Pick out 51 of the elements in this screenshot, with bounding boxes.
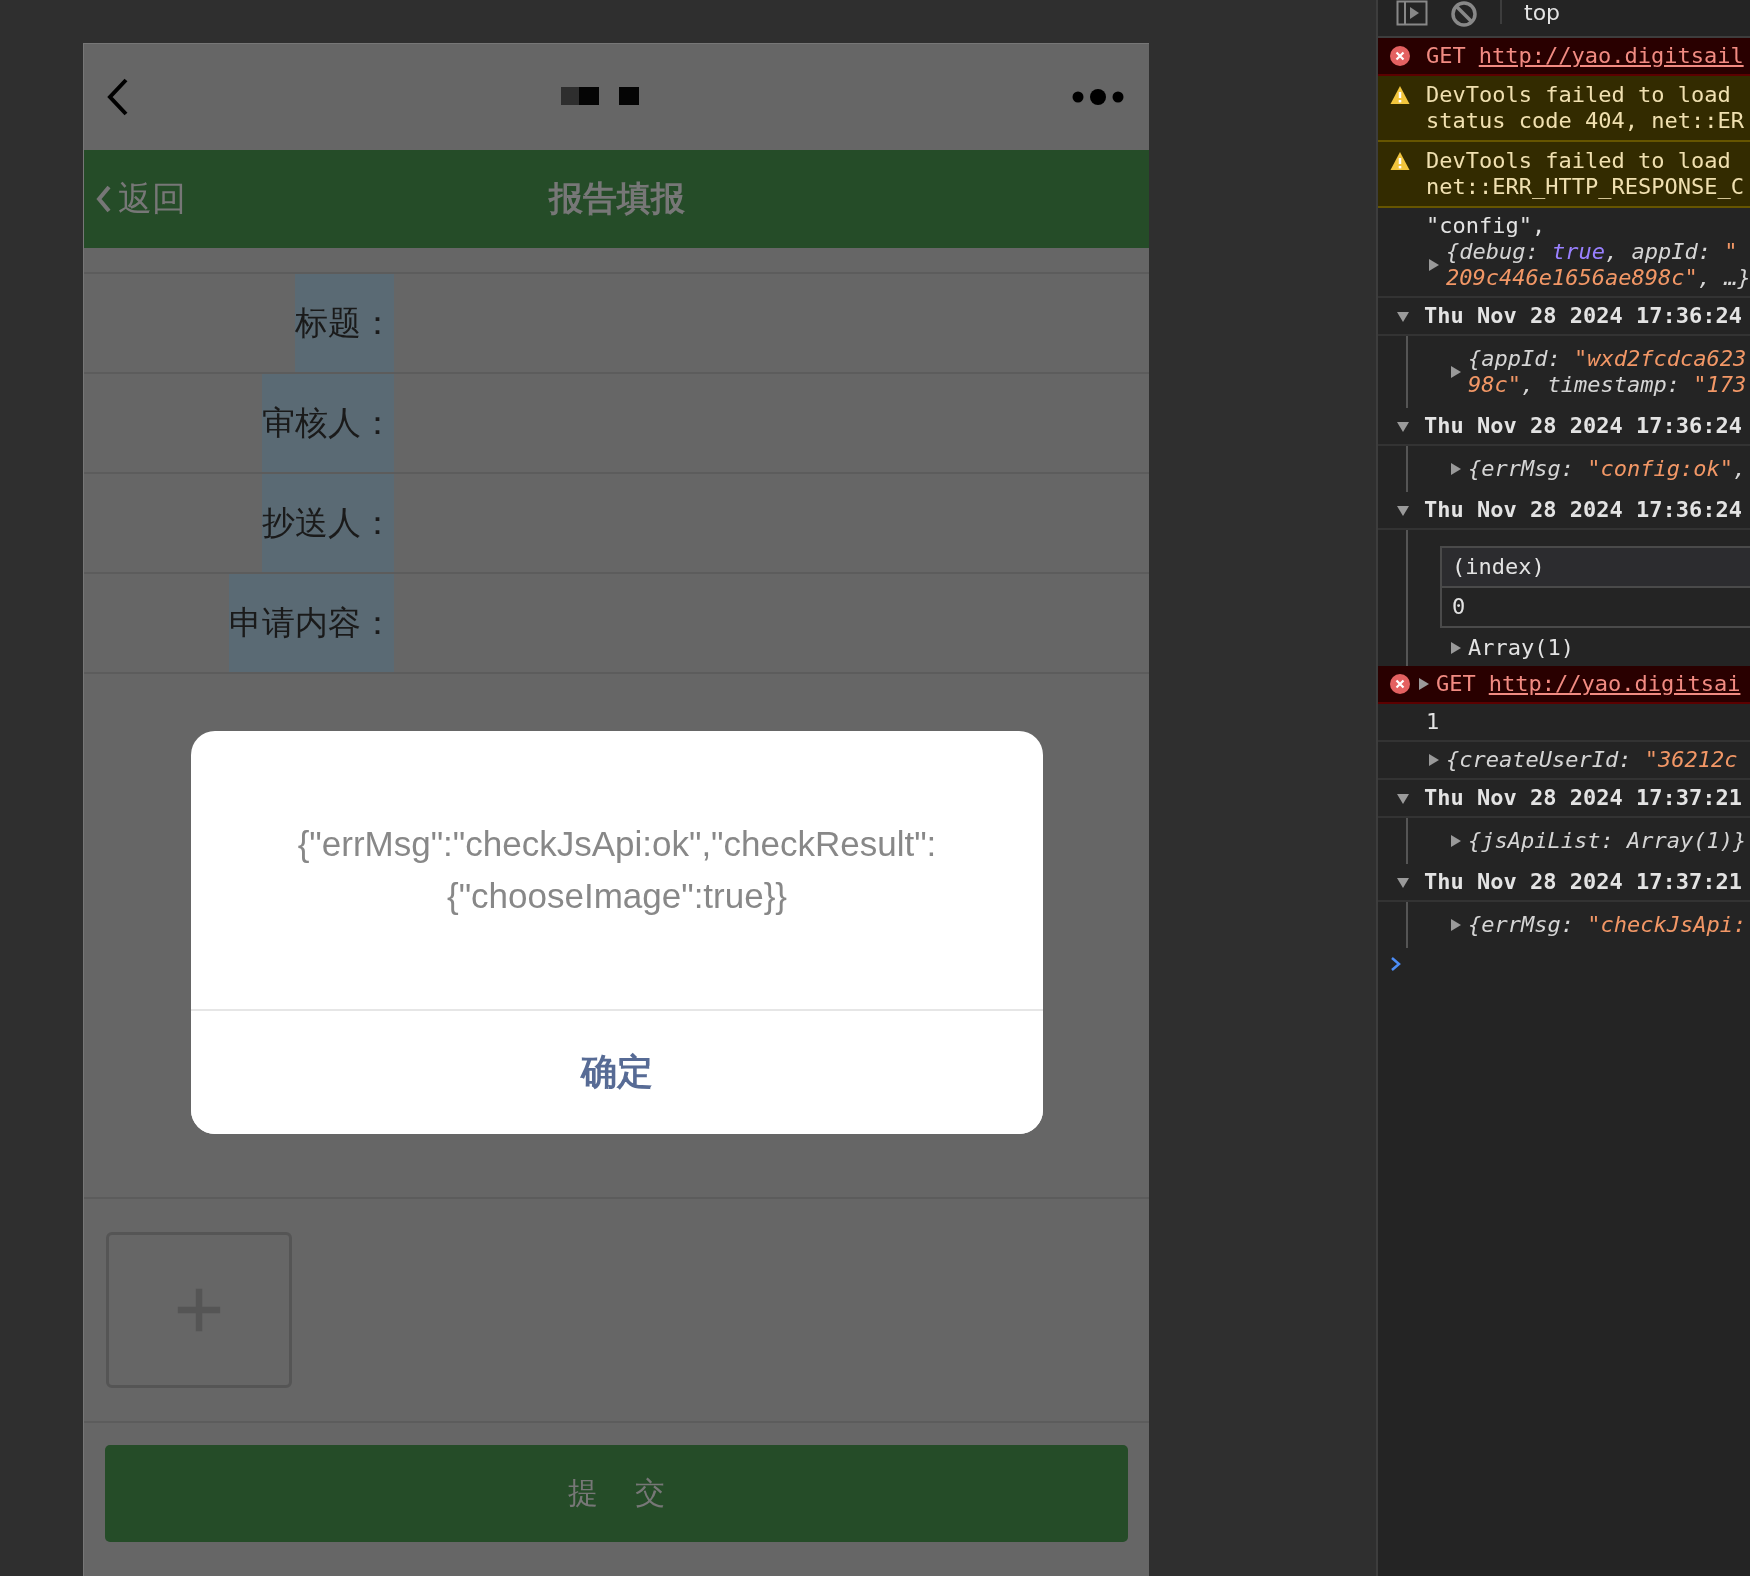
group-title[interactable]: Thu Nov 28 2024 17:37:21 [1424,869,1742,895]
field-label: 申请内容： [229,574,394,672]
field-label: 标题： [295,274,394,372]
caret-down-icon[interactable] [1396,419,1410,433]
back-icon[interactable] [106,77,130,117]
warning-message: DevTools failed to load status code 404, net::ER [1426,82,1744,134]
caret-right-icon[interactable] [1448,834,1462,848]
caret-right-icon[interactable] [1426,753,1440,767]
warning-icon [1390,151,1410,171]
object-preview[interactable]: {debug: true, appId: " 209c446e1656ae898c", …} [1446,239,1750,291]
field-label: 审核人： [262,374,394,472]
group-title[interactable]: Thu Nov 28 2024 17:37:21 [1424,785,1742,811]
log-message: 1 [1426,709,1440,735]
caret-down-icon[interactable] [1396,791,1410,805]
caret-down-icon[interactable] [1396,503,1410,517]
array-preview[interactable]: Array(1) [1468,635,1574,661]
caret-right-icon[interactable] [1448,462,1462,476]
object-preview[interactable]: {appId: "wxd2fcdca623 98c", timestamp: "173 [1468,346,1747,398]
log-message: "config", [1426,213,1547,239]
chevron-icon [96,184,112,214]
error-icon [1390,674,1410,694]
caret-right-icon[interactable] [1448,365,1462,379]
object-preview[interactable]: {errMsg: "checkJsApi: [1468,912,1747,938]
request-method: GET [1426,43,1466,69]
group-title[interactable]: Thu Nov 28 2024 17:36:24 [1424,413,1742,439]
group-title[interactable]: Thu Nov 28 2024 17:36:24 [1424,303,1742,329]
context-selector[interactable]: top [1524,0,1561,26]
request-link[interactable]: http://yao.digitsai [1488,671,1741,697]
object-preview[interactable]: {jsApiList: Array(1)} [1468,828,1747,854]
request-link[interactable]: http://yao.digitsail [1478,43,1744,69]
object-preview[interactable]: {errMsg: "config:ok", [1468,456,1747,482]
clear-console-icon[interactable] [1450,0,1478,28]
more-icon[interactable] [1072,87,1124,107]
caret-right-icon[interactable] [1448,641,1462,655]
warning-icon [1390,85,1410,105]
page-title: 报告填报 [548,177,685,220]
caret-down-icon[interactable] [1396,875,1410,889]
caret-right-icon[interactable] [1448,918,1462,932]
table-header-cell: (index) [1442,548,1750,588]
group-title[interactable]: Thu Nov 28 2024 17:36:24 [1424,497,1742,523]
request-method: GET [1436,671,1476,697]
table-cell-text: 0 [1451,593,1467,621]
caret-down-icon[interactable] [1396,309,1410,323]
object-preview[interactable]: {createUserId: "36212c [1446,747,1738,773]
caret-right-icon[interactable] [1426,258,1440,272]
caret-right-icon[interactable] [1416,677,1430,691]
sidebar-toggle-icon[interactable] [1396,0,1428,26]
field-label: 抄送人： [262,474,394,572]
warning-message: DevTools failed to load net::ERR_HTTP_RESPONSE_C [1426,148,1744,200]
prompt-icon[interactable] [1390,956,1402,972]
error-icon [1390,46,1410,66]
